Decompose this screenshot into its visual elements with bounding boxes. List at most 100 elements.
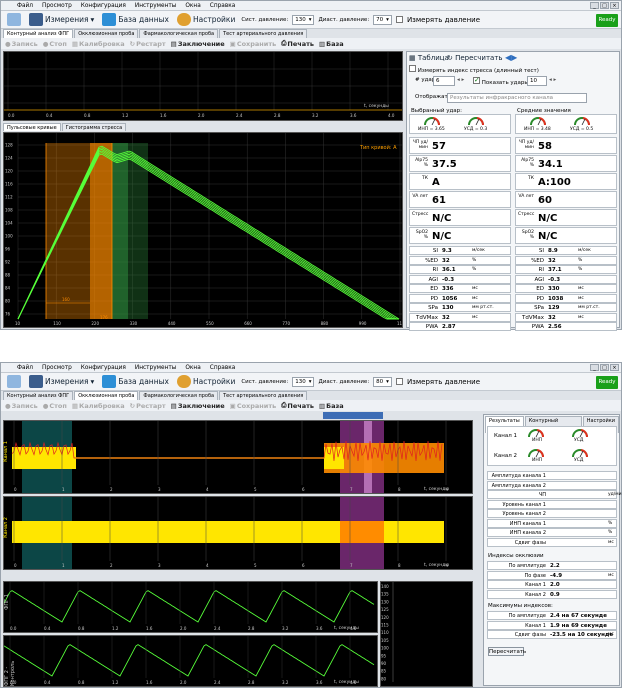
tab-contour[interactable]: Контурный анализ ФПГ bbox=[3, 391, 74, 400]
row-value: 2.0 bbox=[550, 582, 560, 588]
menu-tools[interactable]: Инструменты bbox=[135, 365, 176, 371]
save-button[interactable]: ▣ Сохранить bbox=[230, 402, 277, 410]
x-tick-label: 2.4 bbox=[214, 680, 221, 685]
menu-tools[interactable]: Инструменты bbox=[135, 3, 176, 9]
calibrate-button[interactable]: ▦ Калибровка bbox=[72, 40, 125, 48]
selected-row: SpO2 % N/C bbox=[409, 227, 511, 244]
calibrate-button[interactable]: ▦ Калибровка bbox=[72, 402, 125, 410]
display-select[interactable]: Результаты инфракрасного канала bbox=[447, 93, 587, 103]
stop-button[interactable]: ● Стоп bbox=[43, 40, 67, 48]
measure-pressure-checkbox[interactable] bbox=[395, 16, 403, 23]
row-label: SpO2 % bbox=[521, 230, 534, 240]
param-label: SI bbox=[538, 248, 544, 254]
close-icon[interactable]: × bbox=[610, 364, 619, 371]
minimize-icon[interactable]: _ bbox=[590, 364, 599, 371]
x-tick-label: 880 bbox=[321, 321, 329, 326]
tab-stress-histogram[interactable]: Гистограмма стресса bbox=[61, 123, 127, 131]
y-tick-label: 135 bbox=[381, 592, 389, 597]
tab-pulse-curves[interactable]: Пульсовые кривые bbox=[3, 123, 61, 131]
recalc-button[interactable]: Пересчитать bbox=[488, 647, 526, 656]
measurements-icon bbox=[29, 13, 43, 26]
tab-occlusion[interactable]: Окклюзионная проба bbox=[74, 391, 139, 400]
menu-help[interactable]: Справка bbox=[210, 365, 236, 371]
restart-button[interactable]: ↻ Рестарт bbox=[130, 40, 166, 48]
param-value: 9.3 bbox=[442, 248, 452, 254]
close-icon[interactable]: × bbox=[610, 2, 619, 9]
selected-row: Alp75 % 37.5 bbox=[409, 155, 511, 172]
scroll-control[interactable] bbox=[323, 412, 383, 419]
restart-button[interactable]: ↻ Рестарт bbox=[130, 402, 166, 410]
fpg1-svg: 0.0 0.4 0.8 1.2 1.6 2.0 2.4 2.8 3.2 3.6 4.0 t, сек… bbox=[3, 582, 375, 631]
stop-button[interactable]: ● Стоп bbox=[43, 402, 67, 410]
sys-pressure-select[interactable]: 130 ▾ bbox=[292, 14, 315, 25]
menu-view[interactable]: Просмотр bbox=[42, 365, 72, 371]
menu-windows[interactable]: Окна bbox=[185, 365, 200, 371]
average-gauges: ИНП = 3.48 УСД = 0.5 bbox=[515, 114, 617, 134]
conclusion-button[interactable]: ▤ Заключение bbox=[171, 402, 225, 410]
minimize-icon[interactable]: _ bbox=[590, 2, 599, 9]
dia-pressure-value: 70 bbox=[376, 16, 384, 23]
base-button[interactable]: ▥ База bbox=[319, 402, 344, 410]
maximize-icon[interactable]: □ bbox=[600, 364, 609, 371]
menu-config[interactable]: Конфигурация bbox=[81, 3, 126, 9]
y-tick-label: 105 bbox=[381, 638, 389, 643]
beat-number-input[interactable]: 6 bbox=[433, 76, 455, 86]
stress-index-option[interactable]: Измерять индекс стресса (длинный тест) bbox=[409, 65, 539, 74]
beat-stepper[interactable]: ◂ ▸ bbox=[457, 77, 464, 83]
tab-bp-test[interactable]: Тест артериального давления bbox=[219, 29, 308, 38]
table-button[interactable]: ▦ Таблица bbox=[409, 54, 449, 62]
save-button[interactable]: ▣ Сохранить bbox=[230, 40, 277, 48]
menu-view[interactable]: Просмотр bbox=[42, 3, 72, 9]
dia-pressure-select[interactable]: 80 ▾ bbox=[373, 376, 392, 387]
measurements-label: Измерения bbox=[45, 15, 89, 24]
param-row: SI 8.9 м/сек bbox=[515, 246, 617, 255]
settings-button[interactable]: Настройки bbox=[175, 13, 237, 26]
show-stepper[interactable]: ◂ ▸ bbox=[549, 77, 556, 83]
measure-pressure-checkbox[interactable] bbox=[395, 378, 403, 385]
chevron-down-icon[interactable]: ▾ bbox=[91, 15, 95, 24]
show-beats-option[interactable]: Показать удары: bbox=[473, 76, 531, 86]
base-button[interactable]: ▥ База bbox=[319, 40, 344, 48]
average-row: Стресс N/C bbox=[515, 209, 617, 226]
tab-pharma[interactable]: Фармакологическая проба bbox=[139, 29, 219, 38]
menu-windows[interactable]: Окна bbox=[185, 3, 200, 9]
x-tick-label: 2.8 bbox=[248, 626, 255, 631]
param-unit: мс bbox=[472, 286, 478, 291]
show-beats-input[interactable]: 10 bbox=[527, 76, 547, 86]
occlusion-row: По фазе -4.9 мс bbox=[487, 570, 617, 580]
measurements-button[interactable]: Измерения ▾ bbox=[27, 13, 96, 26]
ch1-signal-start bbox=[12, 447, 76, 469]
menu-file[interactable]: Файл bbox=[17, 365, 33, 371]
nav-arrows[interactable]: ◀▶ bbox=[505, 53, 517, 62]
dia-pressure-select[interactable]: 70 ▾ bbox=[373, 14, 392, 25]
database-button[interactable]: База данных bbox=[100, 13, 171, 26]
tab-contour[interactable]: Контурный анализ ФПГ bbox=[3, 29, 74, 38]
tab-bp-test[interactable]: Тест артериального давления bbox=[219, 391, 308, 400]
conclusion-button[interactable]: ▤ Заключение bbox=[171, 40, 225, 48]
measurements-button[interactable]: Измерения ▾ bbox=[27, 375, 96, 388]
record-button[interactable]: ● Запись bbox=[5, 402, 38, 410]
menu-help[interactable]: Справка bbox=[210, 3, 236, 9]
maximize-icon[interactable]: □ bbox=[600, 2, 609, 9]
chevron-down-icon[interactable]: ▾ bbox=[91, 377, 95, 386]
record-button[interactable]: ● Запись bbox=[5, 40, 38, 48]
tab-pharma[interactable]: Фармакологическая проба bbox=[139, 391, 219, 400]
device-button[interactable] bbox=[5, 375, 23, 388]
tab-occlusion[interactable]: Окклюзионная проба bbox=[74, 29, 139, 38]
settings-button[interactable]: Настройки bbox=[175, 375, 237, 388]
row-value: 57 bbox=[432, 141, 446, 152]
recalc-button[interactable]: ↻ Пересчитать bbox=[447, 54, 503, 62]
device-button[interactable] bbox=[5, 13, 23, 26]
database-button[interactable]: База данных bbox=[100, 375, 171, 388]
print-button[interactable]: ⎙ Печать bbox=[281, 39, 314, 48]
menu-config[interactable]: Конфигурация bbox=[81, 365, 126, 371]
arrow-right-icon[interactable]: ▶ bbox=[511, 53, 517, 62]
show-beats-checkbox[interactable] bbox=[473, 76, 480, 84]
print-button[interactable]: ⎙ Печать bbox=[281, 401, 314, 410]
sys-pressure-select[interactable]: 130 ▾ bbox=[292, 376, 315, 387]
menu-file[interactable]: Файл bbox=[17, 3, 33, 9]
stress-index-checkbox[interactable] bbox=[409, 65, 416, 72]
record-icon: ● bbox=[5, 39, 11, 48]
param-label: AGI bbox=[534, 276, 544, 283]
ch2-label: Канал 2 bbox=[3, 517, 9, 538]
